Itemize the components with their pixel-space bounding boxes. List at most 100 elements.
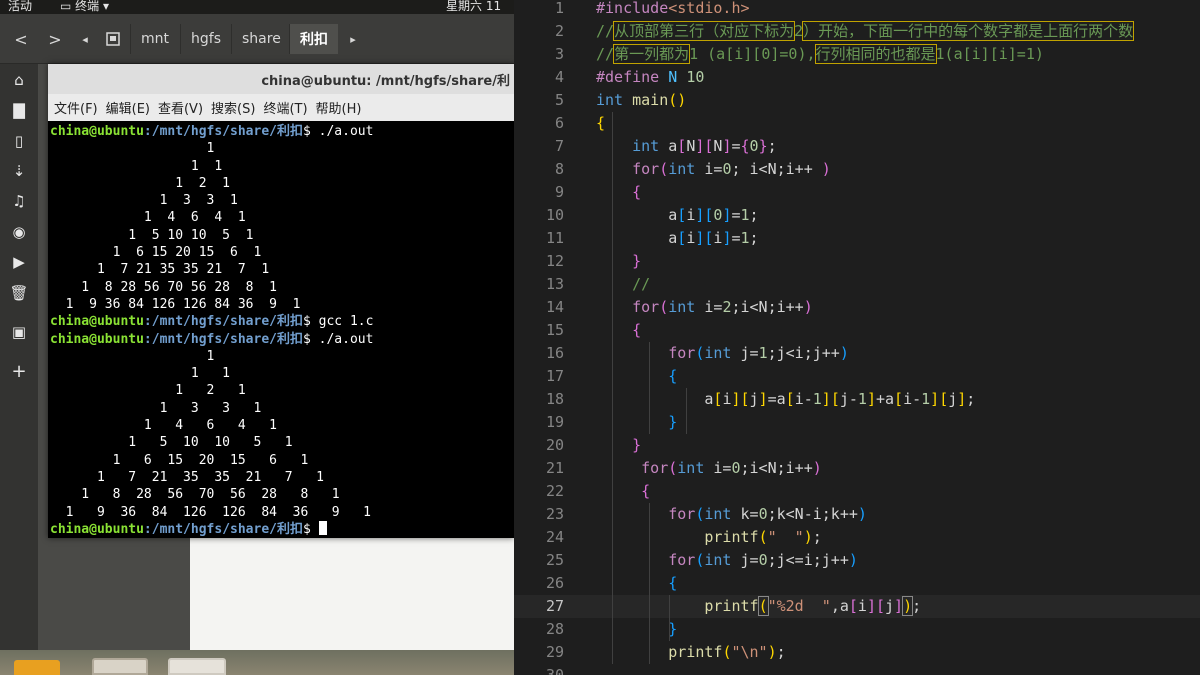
code-text: { <box>632 183 642 201</box>
code-line[interactable]: 1 #include<stdio.h> <box>514 0 1200 20</box>
line-number: 6 <box>554 114 564 132</box>
code-line[interactable]: 8 for(int i=0; i<N;i++ ) <box>514 158 1200 181</box>
line-number: 29 <box>545 643 564 661</box>
window-thumbnail[interactable] <box>168 658 226 675</box>
indent-guide <box>669 595 670 641</box>
activities-button[interactable]: 活动 <box>8 0 32 14</box>
path-right-arrow-icon[interactable]: ▸ <box>342 24 364 54</box>
code-line[interactable]: 17 { <box>514 365 1200 388</box>
line-number: 5 <box>554 91 564 109</box>
code-line[interactable]: 24 printf(" "); <box>514 526 1200 549</box>
code-line[interactable]: 3 //第一列都为1 (a[i][0]=0),行列相同的也都是1(a[i][i]=… <box>514 43 1200 66</box>
prompt-command: $ ./a.out <box>302 331 374 347</box>
terminal-output-line: 1 6 15 20 15 6 1 <box>50 245 262 261</box>
prompt-path: :/mnt/hgfs/share/利扣 <box>143 521 303 537</box>
breadcrumb-share[interactable]: share <box>231 24 291 54</box>
code-text: printf(" "); <box>704 528 822 546</box>
prompt-user: china@ubuntu <box>50 124 144 139</box>
code-text: a[i][0]=1; <box>596 206 759 224</box>
code-line[interactable]: 10 a[i][0]=1; <box>514 204 1200 227</box>
back-button[interactable]: < <box>4 24 38 54</box>
code-text: { <box>641 482 651 500</box>
line-number: 16 <box>545 344 564 362</box>
line-number: 15 <box>545 321 564 339</box>
code-line[interactable]: 5 int main() <box>514 89 1200 112</box>
folder-icon[interactable]: ▇ <box>9 100 29 120</box>
terminal-title[interactable]: china@ubuntu: /mnt/hgfs/share/利 <box>48 64 514 94</box>
menu-terminal[interactable]: 终端(T) <box>263 98 307 117</box>
code-line[interactable]: 28 } <box>514 618 1200 641</box>
prompt-path: :/mnt/hgfs/share/利扣 <box>143 331 303 347</box>
code-text: for(int i=0; i<N;i++ ) <box>632 160 831 178</box>
breadcrumb-current[interactable]: 利扣 <box>289 24 338 54</box>
window-thumbnail[interactable] <box>92 658 148 675</box>
download-icon[interactable]: ⇣ <box>9 161 29 181</box>
code-line[interactable]: 2 //从顶部第三行（对应下标为2）开始，下面一行中的每个数字都是上面行两个数 <box>514 20 1200 43</box>
code-line[interactable]: 11 a[i][i]=1; <box>514 227 1200 250</box>
dropdown-icon: ▾ <box>103 0 110 13</box>
video-icon[interactable]: ▶ <box>9 252 29 272</box>
menu-edit[interactable]: 编辑(E) <box>106 98 150 117</box>
music-icon[interactable]: ♫ <box>9 191 29 211</box>
document-icon[interactable]: ▯ <box>9 131 29 151</box>
code-editor[interactable]: 1 #include<stdio.h> 2 //从顶部第三行（对应下标为2）开始，下面… <box>514 0 1200 675</box>
menu-view[interactable]: 查看(V) <box>158 98 203 117</box>
menu-help[interactable]: 帮助(H) <box>316 98 362 117</box>
code-line[interactable]: 30 <box>514 664 1200 675</box>
app-icon[interactable] <box>14 660 60 675</box>
terminal-output-line: 1 3 3 1 <box>50 193 238 209</box>
code-line[interactable]: 19 } <box>514 411 1200 434</box>
terminal-output-line: 1 8 28 56 70 56 28 8 1 <box>50 487 340 503</box>
forward-button[interactable]: > <box>38 24 72 54</box>
app-menu[interactable]: ▭ 终端 ▾ <box>60 0 109 14</box>
prompt-user: china@ubuntu <box>50 521 144 537</box>
code-line[interactable]: 6{ <box>514 112 1200 135</box>
breadcrumb-hgfs[interactable]: hgfs <box>180 24 231 54</box>
prompt-command: $ gcc 1.c <box>302 314 374 330</box>
code-line[interactable]: 4 #define N 10 <box>514 66 1200 89</box>
code-line[interactable]: 25 for(int j=0;j<=i;j++) <box>514 549 1200 572</box>
code-line[interactable]: 27 printf("%2d ",a[i][j]); <box>514 595 1200 618</box>
breadcrumb-mnt[interactable]: mnt <box>130 24 179 54</box>
code-line[interactable]: 29 printf("\n"); <box>514 641 1200 664</box>
code-line[interactable]: 26 { <box>514 572 1200 595</box>
menu-search[interactable]: 搜索(S) <box>211 98 255 117</box>
drive-icon[interactable] <box>98 24 128 54</box>
camera-icon[interactable]: ◉ <box>9 222 29 242</box>
prompt-path: :/mnt/hgfs/share/利扣 <box>143 314 303 330</box>
prompt-command: $ ./a.out <box>302 124 374 139</box>
terminal-window[interactable]: china@ubuntu: /mnt/hgfs/share/利 文件(F) 编辑… <box>48 64 514 538</box>
terminal-output[interactable]: china@ubuntu:/mnt/hgfs/share/利扣$ ./a.out… <box>48 121 514 538</box>
clock[interactable]: 星期六 11 <box>446 0 501 14</box>
terminal-icon: ▭ <box>60 0 72 13</box>
code-text: for(int i=0;i<N;i++) <box>641 459 822 477</box>
code-text: //从顶部第三行（对应下标为2）开始，下面一行中的每个数字都是上面行两个数 <box>596 21 1135 41</box>
line-number: 4 <box>554 68 564 86</box>
path-left-arrow-icon[interactable]: ◂ <box>72 24 98 54</box>
terminal-output-line: 1 8 28 56 70 56 28 8 1 <box>50 279 277 295</box>
line-number: 1 <box>554 0 564 17</box>
code-line[interactable]: 9 { <box>514 181 1200 204</box>
menu-file[interactable]: 文件(F) <box>54 98 98 117</box>
add-icon[interactable]: + <box>9 362 29 382</box>
line-number: 8 <box>554 160 564 178</box>
trash-icon[interactable]: 🗑 <box>9 283 29 303</box>
code-line[interactable]: 22 { <box>514 480 1200 503</box>
code-text: for(int k=0;k<N-i;k++) <box>668 505 867 523</box>
code-line[interactable]: 18 a[i][j]=a[i-1][j-1]+a[i-1][j]; <box>514 388 1200 411</box>
code-line[interactable]: 12 } <box>514 250 1200 273</box>
code-line[interactable]: 21 for(int i=0;i<N;i++) <box>514 457 1200 480</box>
code-line[interactable]: 13 // <box>514 273 1200 296</box>
code-line[interactable]: 16 for(int j=1;j<i;j++) <box>514 342 1200 365</box>
drive-icon[interactable]: ▣ <box>9 322 29 342</box>
code-line[interactable]: 15 { <box>514 319 1200 342</box>
file-manager-sidebar: ⌂ ▇ ▯ ⇣ ♫ ◉ ▶ 🗑 ▣ + <box>0 64 38 675</box>
terminal-output-line: 1 7 21 35 35 21 7 1 <box>50 469 324 485</box>
code-line[interactable]: 23 for(int k=0;k<N-i;k++) <box>514 503 1200 526</box>
code-line[interactable]: 14 for(int i=2;i<N;i++) <box>514 296 1200 319</box>
home-icon[interactable]: ⌂ <box>9 70 29 90</box>
code-line[interactable]: 7 int a[N][N]={0}; <box>514 135 1200 158</box>
code-text: int main() <box>596 91 687 109</box>
line-number: 13 <box>545 275 564 293</box>
code-line[interactable]: 20 } <box>514 434 1200 457</box>
